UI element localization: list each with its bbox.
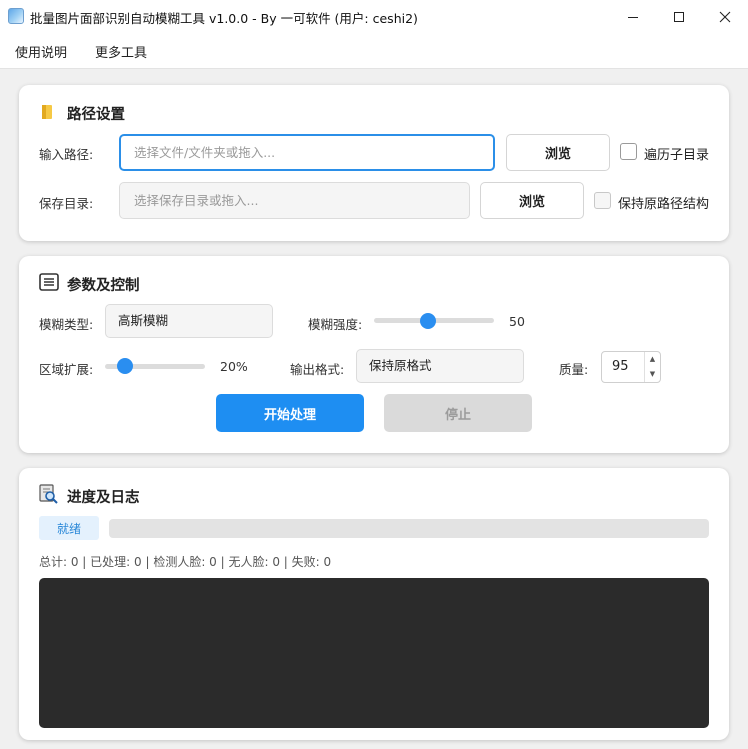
path-settings-card: 路径设置 输入路径: 选择文件/文件夹或拖入... 浏览 遍历子目录 保存目录:…	[19, 85, 729, 241]
input-path-label: 输入路径:	[39, 147, 94, 162]
close-icon	[719, 11, 731, 22]
params-card: 参数及控制 模糊类型: 高斯模糊 模糊强度: 50 区域扩展: 20% 输出格式…	[19, 256, 729, 453]
keep-structure-label[interactable]: 保持原路径结构	[618, 193, 709, 212]
save-dir-label: 保存目录:	[39, 196, 94, 211]
format-label: 输出格式:	[290, 362, 345, 377]
chevron-up-icon[interactable]: ▲	[645, 352, 660, 367]
blur-strength-label: 模糊强度:	[308, 317, 363, 332]
blur-type-select[interactable]: 高斯模糊	[105, 304, 273, 338]
expand-thumb[interactable]	[117, 358, 133, 374]
minimize-button[interactable]	[610, 0, 656, 33]
menu-item-help[interactable]: 使用说明	[15, 42, 67, 61]
keep-structure-checkbox[interactable]	[594, 192, 611, 209]
chevron-down-icon[interactable]: ▼	[645, 367, 660, 382]
quality-stepper[interactable]: ▲ ▼	[644, 352, 660, 382]
expand-value: 20%	[220, 359, 248, 374]
maximize-button[interactable]	[656, 0, 702, 33]
recursive-checkbox[interactable]	[620, 143, 637, 160]
list-icon	[39, 273, 59, 291]
blur-type-label: 模糊类型:	[39, 317, 94, 332]
menu-item-more-tools[interactable]: 更多工具	[95, 42, 147, 61]
input-path-field[interactable]: 选择文件/文件夹或拖入...	[119, 134, 495, 171]
browse-input-button[interactable]: 浏览	[506, 134, 610, 171]
menu-bar: 使用说明 更多工具	[0, 33, 748, 69]
progress-bar	[109, 519, 709, 538]
start-button[interactable]: 开始处理	[216, 394, 364, 432]
quality-spinbox[interactable]: 95 ▲ ▼	[601, 351, 661, 383]
quality-value: 95	[612, 359, 629, 374]
search-document-icon	[39, 484, 58, 504]
window-title: 批量图片面部识别自动模糊工具 v1.0.0 - By 一可软件 (用户: ces…	[30, 11, 418, 26]
format-select[interactable]: 保持原格式	[356, 349, 524, 383]
save-dir-field[interactable]: 选择保存目录或拖入...	[119, 182, 470, 219]
folder-icon	[42, 105, 52, 119]
close-button[interactable]	[702, 0, 748, 33]
progress-title: 进度及日志	[67, 490, 140, 506]
status-badge: 就绪	[39, 516, 99, 540]
progress-card: 进度及日志 就绪 总计: 0 | 已处理: 0 | 检测人脸: 0 | 无人脸:…	[19, 468, 729, 740]
recursive-label[interactable]: 遍历子目录	[644, 144, 709, 163]
stats-text: 总计: 0 | 已处理: 0 | 检测人脸: 0 | 无人脸: 0 | 失败: …	[39, 555, 332, 569]
log-panel[interactable]	[39, 578, 709, 728]
maximize-icon	[674, 11, 684, 22]
browse-save-button[interactable]: 浏览	[480, 182, 584, 219]
expand-label: 区域扩展:	[39, 362, 94, 377]
title-bar: 批量图片面部识别自动模糊工具 v1.0.0 - By 一可软件 (用户: ces…	[0, 0, 748, 33]
app-logo-icon	[8, 8, 24, 24]
blur-strength-value: 50	[509, 314, 525, 329]
blur-strength-thumb[interactable]	[420, 313, 436, 329]
path-settings-title: 路径设置	[67, 107, 125, 123]
quality-label: 质量:	[559, 362, 589, 377]
minimize-icon	[628, 16, 638, 18]
stop-button[interactable]: 停止	[384, 394, 532, 432]
params-title: 参数及控制	[67, 278, 140, 294]
